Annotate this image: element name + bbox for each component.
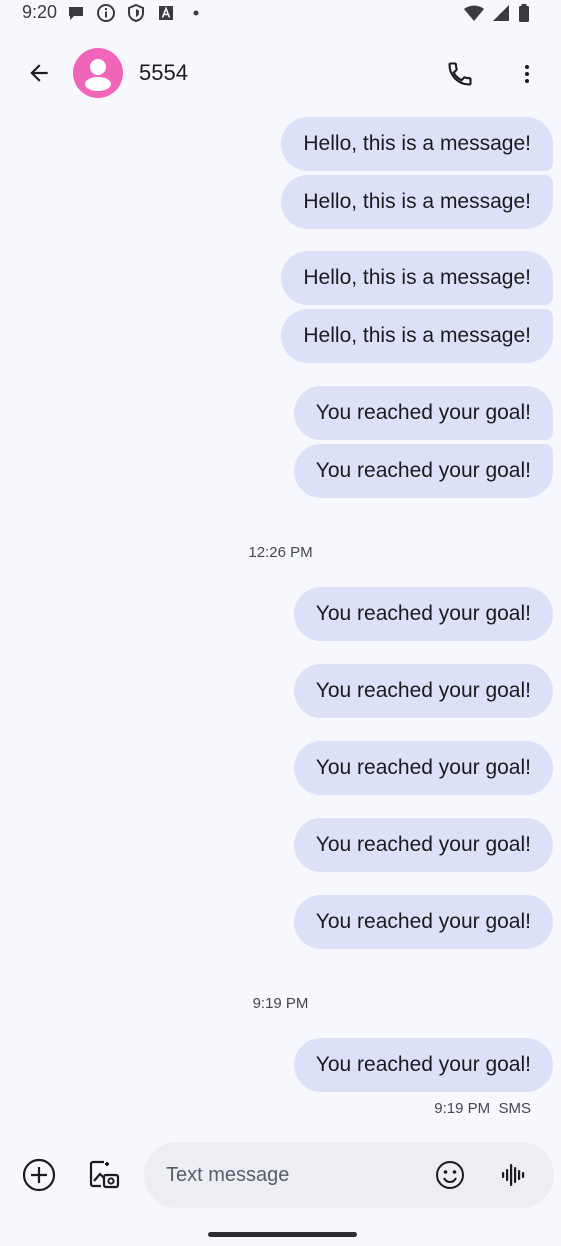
chat-bubble-icon bbox=[69, 7, 83, 20]
status-icons-left bbox=[66, 3, 206, 23]
waveform-icon bbox=[502, 1164, 525, 1186]
emoji-button[interactable] bbox=[432, 1157, 468, 1193]
message-bubble[interactable]: Hello, this is a message! bbox=[281, 309, 553, 363]
arrow-back-icon bbox=[30, 64, 48, 82]
message-bubble[interactable]: You reached your goal! bbox=[293, 741, 553, 795]
battery-icon bbox=[519, 4, 529, 22]
delivery-status: 9:19 PM SMS bbox=[434, 1100, 531, 1117]
message-bubble[interactable]: Hello, this is a message! bbox=[281, 175, 553, 229]
contact-avatar[interactable] bbox=[73, 48, 123, 98]
gallery-button[interactable] bbox=[84, 1155, 124, 1195]
message-input[interactable] bbox=[166, 1142, 416, 1208]
message-bubble[interactable]: You reached your goal! bbox=[293, 1038, 553, 1092]
person-icon bbox=[85, 59, 111, 91]
message-bubble[interactable]: You reached your goal! bbox=[293, 818, 553, 872]
status-bar: 9:20 bbox=[0, 0, 561, 26]
message-bubble[interactable]: You reached your goal! bbox=[293, 587, 553, 641]
message-bubble[interactable]: You reached your goal! bbox=[293, 386, 553, 440]
shield-icon bbox=[128, 3, 144, 23]
call-button[interactable] bbox=[440, 54, 480, 94]
message-bubble[interactable]: Hello, this is a message! bbox=[281, 117, 553, 171]
message-timestamp: 9:19 PM bbox=[252, 995, 309, 1012]
font-a-icon bbox=[159, 6, 173, 20]
add-circle-icon bbox=[22, 1158, 56, 1192]
wifi-icon bbox=[464, 5, 484, 21]
contact-name[interactable]: 5554 bbox=[139, 60, 188, 86]
info-icon bbox=[97, 4, 115, 22]
message-timestamp: 12:26 PM bbox=[248, 544, 313, 561]
compose-bar bbox=[0, 1140, 561, 1210]
add-attachment-button[interactable] bbox=[19, 1155, 59, 1195]
more-options-button[interactable] bbox=[507, 54, 547, 94]
more-vert-icon bbox=[525, 65, 529, 83]
navigation-handle[interactable] bbox=[208, 1232, 357, 1237]
message-bubble[interactable]: You reached your goal! bbox=[293, 664, 553, 718]
message-input-container bbox=[144, 1142, 554, 1208]
status-time: 9:20 bbox=[22, 2, 58, 22]
message-bubble[interactable]: Hello, this is a message! bbox=[281, 251, 553, 305]
message-bubble[interactable]: You reached your goal! bbox=[293, 895, 553, 949]
gallery-camera-icon bbox=[89, 1160, 120, 1189]
phone-icon bbox=[448, 62, 472, 86]
voice-message-button[interactable] bbox=[496, 1157, 532, 1193]
emoji-icon bbox=[436, 1161, 464, 1189]
back-button[interactable] bbox=[20, 54, 58, 92]
dot-icon bbox=[193, 10, 199, 16]
conversation-header: 5554 bbox=[0, 40, 561, 106]
message-list[interactable]: Hello, this is a message! Hello, this is… bbox=[0, 0, 561, 1246]
message-bubble[interactable]: You reached your goal! bbox=[293, 444, 553, 498]
signal-icon bbox=[493, 5, 509, 21]
status-icons-right bbox=[463, 3, 531, 23]
